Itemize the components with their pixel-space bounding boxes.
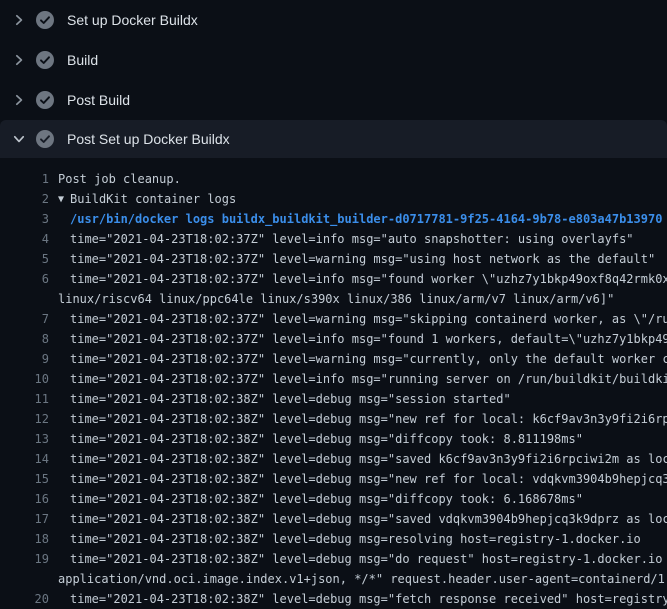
line-number[interactable]: 10: [0, 369, 49, 389]
line-number[interactable]: 7: [0, 309, 49, 329]
log-text: time="2021-04-23T18:02:38Z" level=debug …: [49, 389, 511, 409]
log-group-toggle[interactable]: ▼ BuildKit container logs: [49, 189, 236, 209]
log-line: 7time="2021-04-23T18:02:37Z" level=warni…: [0, 309, 667, 329]
log-line: 12time="2021-04-23T18:02:38Z" level=debu…: [0, 409, 667, 429]
log-text: application/vnd.oci.image.index.v1+json,…: [49, 569, 667, 589]
log-line: 15time="2021-04-23T18:02:38Z" level=debu…: [0, 469, 667, 489]
log-line: 18time="2021-04-23T18:02:38Z" level=debu…: [0, 529, 667, 549]
check-circle-icon: [36, 11, 54, 29]
log-text: time="2021-04-23T18:02:38Z" level=debug …: [49, 589, 667, 609]
log-line: 10time="2021-04-23T18:02:37Z" level=info…: [0, 369, 667, 389]
log-line: 14time="2021-04-23T18:02:38Z" level=debu…: [0, 449, 667, 469]
line-number[interactable]: 19: [0, 549, 49, 569]
log-group-label: BuildKit container logs: [70, 192, 236, 206]
log-line: 3/usr/bin/docker logs buildx_buildkit_bu…: [0, 209, 667, 229]
step-label: Post Set up Docker Buildx: [67, 131, 230, 147]
log-line: 4time="2021-04-23T18:02:37Z" level=info …: [0, 229, 667, 249]
log-text: linux/riscv64 linux/ppc64le linux/s390x …: [49, 289, 614, 309]
line-number[interactable]: 12: [0, 409, 49, 429]
chevron-right-icon[interactable]: [10, 54, 28, 66]
line-number[interactable]: 5: [0, 249, 49, 269]
log-line: 13time="2021-04-23T18:02:38Z" level=debu…: [0, 429, 667, 449]
line-number[interactable]: 16: [0, 489, 49, 509]
log-text: time="2021-04-23T18:02:37Z" level=info m…: [49, 269, 667, 289]
line-number[interactable]: 13: [0, 429, 49, 449]
log-text: time="2021-04-23T18:02:37Z" level=warnin…: [49, 309, 667, 329]
log-text: time="2021-04-23T18:02:38Z" level=debug …: [49, 429, 583, 449]
log-text: time="2021-04-23T18:02:37Z" level=info m…: [49, 229, 634, 249]
log-text: time="2021-04-23T18:02:38Z" level=debug …: [49, 529, 641, 549]
log-line: 16time="2021-04-23T18:02:38Z" level=debu…: [0, 489, 667, 509]
line-number[interactable]: 8: [0, 329, 49, 349]
step-label: Post Build: [67, 92, 130, 108]
line-number[interactable]: 18: [0, 529, 49, 549]
step-log-output: 1Post job cleanup.2▼ BuildKit container …: [0, 158, 667, 609]
log-command-text: /usr/bin/docker logs buildx_buildkit_bui…: [49, 209, 662, 229]
line-number[interactable]: 15: [0, 469, 49, 489]
line-number[interactable]: 3: [0, 209, 49, 229]
log-text: time="2021-04-23T18:02:38Z" level=debug …: [49, 489, 583, 509]
step-row-post-set-up-docker-buildx[interactable]: Post Set up Docker Buildx: [0, 120, 667, 158]
log-line: 17time="2021-04-23T18:02:38Z" level=debu…: [0, 509, 667, 529]
log-line: 9time="2021-04-23T18:02:37Z" level=warni…: [0, 349, 667, 369]
log-line: 5time="2021-04-23T18:02:37Z" level=warni…: [0, 249, 667, 269]
log-text: time="2021-04-23T18:02:38Z" level=debug …: [49, 409, 667, 429]
step-row-post-build[interactable]: Post Build: [0, 80, 667, 120]
line-number[interactable]: 11: [0, 389, 49, 409]
log-text: Post job cleanup.: [49, 169, 181, 189]
log-text: time="2021-04-23T18:02:37Z" level=warnin…: [49, 249, 655, 269]
step-row-build[interactable]: Build: [0, 40, 667, 80]
line-number[interactable]: 9: [0, 349, 49, 369]
log-text: time="2021-04-23T18:02:38Z" level=debug …: [49, 449, 667, 469]
line-number[interactable]: 6: [0, 269, 49, 289]
log-line: 19time="2021-04-23T18:02:38Z" level=debu…: [0, 549, 667, 569]
line-number[interactable]: 2: [0, 189, 49, 209]
check-circle-icon: [36, 91, 54, 109]
log-line: 8time="2021-04-23T18:02:37Z" level=info …: [0, 329, 667, 349]
chevron-right-icon[interactable]: [10, 14, 28, 26]
line-number[interactable]: 4: [0, 229, 49, 249]
workflow-steps-list: Set up Docker Buildx Build Post Build Po…: [0, 0, 667, 158]
log-text: time="2021-04-23T18:02:37Z" level=info m…: [49, 329, 667, 349]
step-row-set-up-docker-buildx[interactable]: Set up Docker Buildx: [0, 0, 667, 40]
log-line: 1Post job cleanup.: [0, 169, 667, 189]
step-label: Set up Docker Buildx: [67, 12, 198, 28]
line-number: [0, 569, 49, 589]
expand-triangle-icon[interactable]: ▼: [58, 190, 70, 210]
line-number[interactable]: 17: [0, 509, 49, 529]
log-text: time="2021-04-23T18:02:38Z" level=debug …: [49, 469, 667, 489]
check-circle-icon: [36, 51, 54, 69]
line-number[interactable]: 20: [0, 589, 49, 609]
line-number: [0, 289, 49, 309]
line-number[interactable]: 14: [0, 449, 49, 469]
log-line-continuation: linux/riscv64 linux/ppc64le linux/s390x …: [0, 289, 667, 309]
log-line: 11time="2021-04-23T18:02:38Z" level=debu…: [0, 389, 667, 409]
chevron-right-icon[interactable]: [10, 94, 28, 106]
log-text: time="2021-04-23T18:02:37Z" level=info m…: [49, 369, 667, 389]
line-number[interactable]: 1: [0, 169, 49, 189]
chevron-down-icon[interactable]: [10, 134, 28, 144]
step-label: Build: [67, 52, 98, 68]
log-line: 2▼ BuildKit container logs: [0, 189, 667, 209]
log-text: time="2021-04-23T18:02:38Z" level=debug …: [49, 549, 667, 569]
log-line-continuation: application/vnd.oci.image.index.v1+json,…: [0, 569, 667, 589]
log-line: 6time="2021-04-23T18:02:37Z" level=info …: [0, 269, 667, 289]
log-line: 20time="2021-04-23T18:02:38Z" level=debu…: [0, 589, 667, 609]
check-circle-icon: [36, 130, 54, 148]
log-text: time="2021-04-23T18:02:38Z" level=debug …: [49, 509, 667, 529]
log-text: time="2021-04-23T18:02:37Z" level=warnin…: [49, 349, 667, 369]
